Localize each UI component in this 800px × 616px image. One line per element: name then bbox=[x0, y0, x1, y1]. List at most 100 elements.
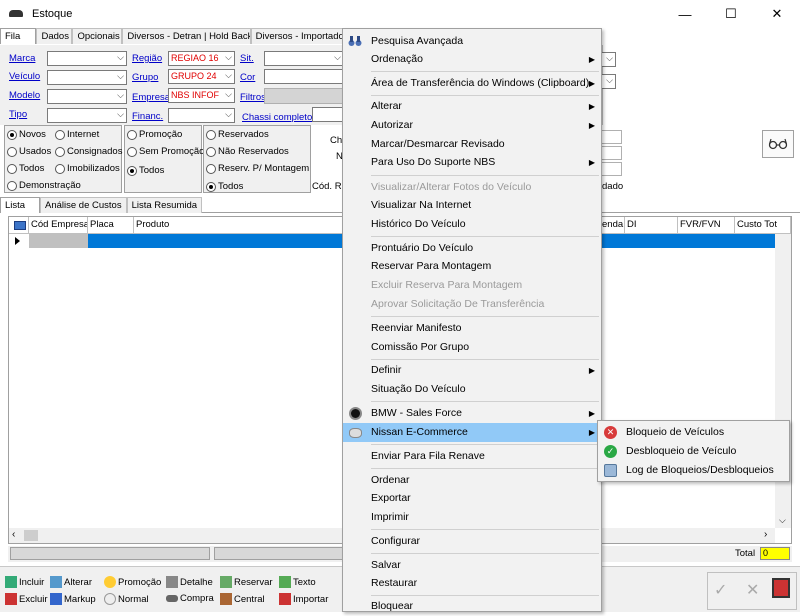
radio-todos-2[interactable]: Todos bbox=[127, 165, 164, 176]
submenu-item-log[interactable]: Log de Bloqueios/Desbloqueios bbox=[598, 461, 789, 480]
tab-dados[interactable]: Dados bbox=[36, 28, 73, 44]
sit-select[interactable]: ⌵ bbox=[264, 51, 344, 66]
radio-reserv-montagem[interactable]: Reserv. P/ Montagem bbox=[206, 163, 309, 174]
texto-button[interactable]: Texto bbox=[279, 576, 316, 588]
menu-item-reservar-montagem[interactable]: Reservar Para Montagem bbox=[343, 257, 601, 276]
cor-input[interactable] bbox=[264, 69, 344, 84]
radio-consignados[interactable]: Consignados bbox=[55, 146, 122, 157]
radio-novos[interactable]: Novos bbox=[7, 129, 46, 140]
radio-nao-reservados[interactable]: Não Reservados bbox=[206, 146, 289, 157]
menu-item-historico[interactable]: Histórico Do Veículo bbox=[343, 215, 601, 234]
chassi-input[interactable] bbox=[312, 107, 344, 122]
menu-item-bloquear[interactable]: Bloquear bbox=[343, 597, 601, 616]
grid-corner-icon[interactable] bbox=[9, 217, 29, 233]
scroll-thumb[interactable] bbox=[24, 530, 38, 541]
col-produto[interactable]: Produto bbox=[134, 217, 344, 233]
submenu-item-bloqueio[interactable]: ✕ Bloqueio de Veículos bbox=[598, 423, 789, 442]
compra-button[interactable]: Compra bbox=[166, 593, 214, 604]
menu-item-salvar[interactable]: Salvar bbox=[343, 556, 601, 575]
scroll-down-icon[interactable]: ⌵ bbox=[779, 515, 786, 526]
menu-item-marcar-revisado[interactable]: Marcar/Desmarcar Revisado bbox=[343, 135, 601, 154]
menu-item-comissao-grupo[interactable]: Comissão Por Grupo bbox=[343, 338, 601, 357]
tab-diversos-importado[interactable]: Diversos - Importado bbox=[250, 28, 344, 44]
menu-item-imprimir[interactable]: Imprimir bbox=[343, 508, 601, 527]
search-glasses-button[interactable] bbox=[762, 130, 794, 158]
submenu-arrow-icon: ▶ bbox=[588, 55, 595, 64]
marca-select[interactable]: ⌵ bbox=[47, 51, 127, 66]
submenu-item-desbloqueio[interactable]: ✓ Desbloqueio de Veículo bbox=[598, 442, 789, 461]
markup-button[interactable]: Markup bbox=[50, 593, 96, 605]
menu-item-autorizar[interactable]: Autorizar ▶ bbox=[343, 116, 601, 135]
radio-demonstracao[interactable]: Demonstração bbox=[7, 180, 81, 191]
tab-lista-resumida[interactable]: Lista Resumida bbox=[126, 197, 203, 213]
menu-item-reenviar-manifesto[interactable]: Reenviar Manifesto bbox=[343, 319, 601, 338]
right-select-2[interactable]: ⌵ bbox=[600, 74, 616, 89]
promocao-button[interactable]: Promoção bbox=[104, 576, 161, 588]
right-field-2[interactable] bbox=[600, 146, 622, 160]
normal-button[interactable]: Normal bbox=[104, 593, 149, 605]
menu-item-ordenar[interactable]: Ordenar bbox=[343, 471, 601, 490]
central-button[interactable]: Central bbox=[220, 593, 265, 605]
tab-analise-custos[interactable]: Análise de Custos bbox=[40, 197, 127, 213]
menu-item-suporte-nbs[interactable]: Para Uso Do Suporte NBS ▶ bbox=[343, 153, 601, 172]
menu-item-exportar[interactable]: Exportar bbox=[343, 489, 601, 508]
radio-todos-3[interactable]: Todos bbox=[206, 181, 243, 192]
minimize-button[interactable]: — bbox=[662, 0, 708, 28]
scroll-right-icon[interactable]: › bbox=[764, 529, 767, 540]
maximize-button[interactable]: ☐ bbox=[708, 0, 754, 28]
detalhe-button[interactable]: Detalhe bbox=[166, 576, 213, 588]
menu-label: Bloquear bbox=[371, 600, 414, 612]
menu-item-bmw-sales-force[interactable]: BMW - Sales Force ▶ bbox=[343, 404, 601, 423]
menu-item-nissan-ecommerce[interactable]: Nissan E-Commerce ▶ bbox=[343, 423, 601, 442]
radio-sem-promocao[interactable]: Sem Promoção bbox=[127, 146, 204, 157]
vertical-scrollbar[interactable] bbox=[775, 234, 791, 528]
excluir-button[interactable]: Excluir bbox=[5, 593, 48, 605]
radio-imobilizados[interactable]: Imobilizados bbox=[55, 163, 120, 174]
menu-item-prontuario[interactable]: Prontuário Do Veículo bbox=[343, 239, 601, 258]
col-placa[interactable]: Placa bbox=[88, 217, 134, 233]
col-custo-tot[interactable]: Custo Tot bbox=[735, 217, 791, 233]
reservar-button[interactable]: Reservar bbox=[220, 576, 273, 588]
check-icon[interactable]: ✓ bbox=[714, 580, 727, 600]
menu-item-restaurar[interactable]: Restaurar bbox=[343, 574, 601, 593]
modelo-select[interactable]: ⌵ bbox=[47, 89, 127, 104]
menu-item-configurar[interactable]: Configurar bbox=[343, 532, 601, 551]
col-di[interactable]: DI bbox=[625, 217, 678, 233]
radio-usados[interactable]: Usados bbox=[7, 146, 51, 157]
radio-reservados[interactable]: Reservados bbox=[206, 129, 269, 140]
right-field-3[interactable] bbox=[600, 162, 622, 176]
menu-item-ordenacao[interactable]: Ordenação ▶ bbox=[343, 50, 601, 69]
incluir-button[interactable]: Incluir bbox=[5, 576, 44, 588]
regiao-select[interactable]: REGIAO 16 ⌵ bbox=[168, 51, 235, 66]
close-button[interactable]: ✕ bbox=[754, 0, 800, 28]
menu-item-clipboard[interactable]: Área de Transferência do Windows (Clipbo… bbox=[343, 74, 601, 93]
tab-lista[interactable]: Lista bbox=[0, 197, 40, 213]
menu-item-alterar[interactable]: Alterar ▶ bbox=[343, 97, 601, 116]
financ-select[interactable]: ⌵ bbox=[168, 108, 235, 123]
menu-item-fila-renave[interactable]: Enviar Para Fila Renave bbox=[343, 447, 601, 466]
tab-diversos-detran[interactable]: Diversos - Detran | Hold Back bbox=[122, 28, 251, 44]
cancel-icon[interactable]: ✕ bbox=[746, 580, 759, 600]
tab-fila[interactable]: Fila bbox=[0, 28, 37, 44]
scroll-left-icon[interactable]: ‹ bbox=[12, 529, 15, 540]
col-cod-empresa[interactable]: Cód Empresa bbox=[29, 217, 88, 233]
empresa-select[interactable]: NBS INFOF ⌵ bbox=[168, 88, 235, 103]
right-field-1[interactable] bbox=[600, 130, 622, 144]
menu-item-visualizar-internet[interactable]: Visualizar Na Internet bbox=[343, 196, 601, 215]
importar-button[interactable]: Importar bbox=[279, 593, 328, 605]
menu-item-situacao-veiculo[interactable]: Situação Do Veículo bbox=[343, 380, 601, 399]
right-select-1[interactable]: ⌵ bbox=[600, 52, 616, 67]
col-fvr-fvn[interactable]: FVR/FVN bbox=[678, 217, 735, 233]
alterar-button[interactable]: Alterar bbox=[50, 576, 92, 588]
radio-todos-1[interactable]: Todos bbox=[7, 163, 44, 174]
menu-item-pesquisa-avancada[interactable]: Pesquisa Avançada bbox=[343, 32, 601, 51]
radio-promocao[interactable]: Promoção bbox=[127, 129, 182, 140]
tipo-select[interactable]: ⌵ bbox=[47, 108, 127, 123]
radio-internet[interactable]: Internet bbox=[55, 129, 99, 140]
exit-door-icon[interactable] bbox=[772, 578, 790, 598]
grupo-select[interactable]: GRUPO 24 ⌵ bbox=[168, 69, 235, 84]
col-venda[interactable]: enda bbox=[600, 217, 625, 233]
veiculo-select[interactable]: ⌵ bbox=[47, 70, 127, 85]
menu-item-definir[interactable]: Definir ▶ bbox=[343, 361, 601, 380]
tab-opcionais[interactable]: Opcionais bbox=[72, 28, 123, 44]
